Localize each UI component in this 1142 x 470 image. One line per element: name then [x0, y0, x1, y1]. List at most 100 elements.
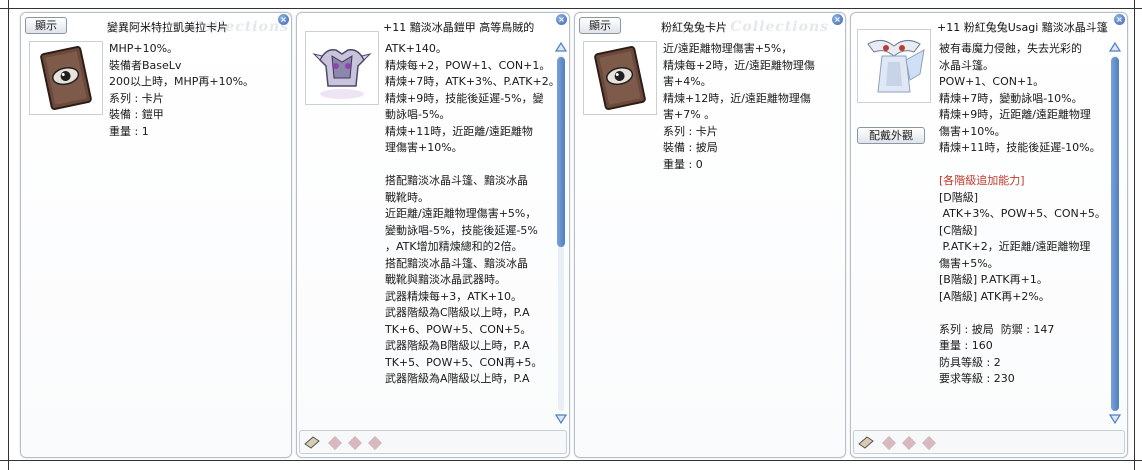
desc-line: ATK+140。: [385, 42, 447, 55]
card-slot-icon: [858, 436, 874, 449]
desc-line: 裝備者BaseLv: [109, 58, 182, 72]
item-description: ATK+140。 精煉每+2，POW+1、CON+1。 精煉+7時，ATK+3%…: [385, 41, 553, 421]
desc-line: 精煉每+2，POW+1、CON+1。: [385, 58, 551, 72]
close-icon[interactable]: ×: [556, 14, 567, 25]
window-title: 粉紅兔兔卡片: [661, 21, 727, 34]
desc-line: 戰靴時。: [385, 190, 429, 204]
desc-line: POW+1、CON+1。: [939, 75, 1045, 88]
watermark: Collections: [730, 19, 829, 35]
desc-line: 近距離/遠距離物理傷害+5%，: [385, 207, 537, 220]
armor-window: +11 黯淡冰晶鎧甲 高等鳥賊的 × ATK+140。 精煉每+2，POW+1、…: [296, 12, 570, 458]
desc-line: 武器階級為C階級以上時，P.A: [385, 306, 530, 319]
frame-top-line: [0, 8, 1142, 9]
desc-line: 傷害+10%。: [939, 124, 1006, 138]
card-slot-icon: [304, 436, 320, 449]
empty-slot-gem: [921, 435, 937, 451]
desc-line: 精煉+7時，變動詠唱-10%。: [939, 91, 1083, 105]
display-button[interactable]: 顯示: [579, 17, 621, 34]
desc-line: TK+5、POW+5、CON再+5。: [385, 355, 543, 369]
scroll-up-icon[interactable]: [1109, 41, 1121, 53]
window-title: +11 粉紅兔兔Usagi 黯淡冰晶斗篷: [937, 21, 1108, 34]
required-level-label: 要求等級 : 230: [939, 372, 1015, 385]
card-slot-bar: [853, 430, 1125, 454]
empty-slot-gem: [327, 435, 343, 451]
item-image: [29, 41, 103, 115]
desc-line: 精煉+9時，技能後延遲-5%，變: [385, 91, 544, 105]
desc-line: ，ATK增加精煉總和的2倍。: [385, 240, 523, 253]
desc-line: 搭配黯淡冰晶斗篷、黯淡冰晶: [385, 256, 528, 270]
weight-label: 重量 : 0: [663, 157, 703, 171]
desc-line: 精煉+7時，ATK+3%、P.ATK+2。: [385, 75, 553, 88]
type-label: 系列 : 卡片: [663, 124, 718, 138]
desc-line: 動詠唱-5%。: [385, 108, 451, 121]
item-image: [857, 29, 931, 103]
frame-left-line: [8, 0, 9, 470]
item-image: [305, 31, 379, 105]
equip-label: 裝備 : 鎧甲: [109, 108, 164, 121]
grade-line: ATK+3%、POW+5、CON+5。: [939, 207, 1106, 220]
grade-line: P.ATK+2，近距離/遠距離物理: [939, 240, 1091, 253]
item-image: [583, 41, 657, 115]
desc-line: 近/遠距離物理傷害+5%，: [663, 42, 793, 55]
desc-line: 精煉+11時，近距離/遠距離物: [385, 124, 533, 138]
ice-armor-icon: [312, 48, 372, 99]
desc-line: [939, 157, 1107, 174]
desc-line: 害+7% 。: [663, 108, 716, 121]
grade-line: [A階級] ATK再+2%。: [939, 289, 1050, 303]
desc-line: 變動詠唱-5%，技能後延遲-5%: [385, 223, 538, 237]
scrollbar[interactable]: [1109, 41, 1121, 425]
grade-header: [各階級追加能力]: [939, 174, 1025, 187]
frame-right-line: [1134, 0, 1135, 470]
cloak-window: +11 粉紅兔兔Usagi 黯淡冰晶斗篷 × 配戴外觀 被有毒魔力侵蝕，失去光彩…: [850, 12, 1128, 458]
grade-line: [B階級] P.ATK再+1。: [939, 273, 1048, 286]
scroll-down-icon[interactable]: [1109, 413, 1121, 425]
desc-line: 武器階級為A階級以上時，P.A: [385, 372, 530, 385]
empty-slot-gem: [367, 435, 383, 451]
type-defense-label: 系列 : 披局 防禦 : 147: [939, 322, 1055, 336]
scroll-thumb[interactable]: [1111, 57, 1119, 411]
card-slot-bar: [299, 430, 567, 454]
card-window-mimic: Collections 顯示 變異阿米特拉凱美拉卡片 × MHP+10%。 裝備…: [20, 12, 292, 458]
close-icon[interactable]: ×: [832, 14, 843, 25]
eye-card-icon: [594, 46, 646, 110]
window-title: 變異阿米特拉凱美拉卡片: [107, 21, 228, 34]
desc-line: 精煉+11時，技能後延遲-10%。: [939, 141, 1101, 154]
weight-label: 重量 : 160: [939, 339, 993, 352]
desc-line: 精煉+12時，近/遠距離物理傷: [663, 91, 811, 105]
item-description: 近/遠距離物理傷害+5%， 精煉每+2時，近/遠距離物理傷 害+4%。 精煉+1…: [663, 41, 815, 173]
scroll-up-icon[interactable]: [555, 41, 567, 53]
scroll-thumb[interactable]: [557, 57, 565, 247]
desc-line: MHP+10%。: [109, 42, 179, 55]
desc-line: 被有毒魔力侵蝕，失去光彩的: [939, 42, 1082, 55]
desc-line: 害+4%。: [663, 75, 712, 88]
grade-line: [D階級]: [939, 190, 979, 204]
desc-line: TK+6、POW+5、CON+5。: [385, 322, 532, 336]
close-icon[interactable]: ×: [278, 14, 289, 25]
scrollbar[interactable]: [555, 41, 567, 425]
desc-line: 精煉每+2時，近/遠距離物理傷: [663, 58, 815, 72]
desc-line: 戰靴與黯淡冰晶武器時。: [385, 273, 506, 286]
desc-line: 武器精煉每+3，ATK+10。: [385, 289, 523, 303]
desc-line: [385, 157, 553, 174]
armor-level-label: 防具等級 : 2: [939, 355, 1001, 369]
empty-slot-gem: [347, 435, 363, 451]
item-description: MHP+10%。 裝備者BaseLv 200以上時，MHP再+10%。 系列 :…: [109, 41, 254, 140]
eye-card-icon: [40, 46, 92, 110]
desc-line: 精煉+9時，近距離/遠距離物理: [939, 108, 1091, 121]
empty-slot-gem: [901, 435, 917, 451]
desc-line: 冰晶斗篷。: [939, 58, 994, 72]
weight-label: 重量 : 1: [109, 124, 149, 138]
desc-line: 200以上時，MHP再+10%。: [109, 75, 255, 88]
grade-line: [939, 305, 1107, 322]
grade-line: 傷害+5%。: [939, 256, 999, 270]
window-title: +11 黯淡冰晶鎧甲 高等鳥賊的: [383, 21, 535, 34]
wear-appearance-button[interactable]: 配戴外觀: [857, 127, 925, 144]
equip-label: 裝備 : 披局: [663, 141, 718, 154]
grade-line: [C階級]: [939, 223, 978, 237]
desc-line: 武器階級為B階級以上時，P.A: [385, 339, 530, 352]
close-icon[interactable]: ×: [1114, 14, 1125, 25]
item-description: 被有毒魔力侵蝕，失去光彩的 冰晶斗篷。 POW+1、CON+1。 精煉+7時，變…: [939, 41, 1107, 421]
scroll-down-icon[interactable]: [555, 413, 567, 425]
display-button[interactable]: 顯示: [25, 17, 67, 34]
empty-slot-gem: [881, 435, 897, 451]
